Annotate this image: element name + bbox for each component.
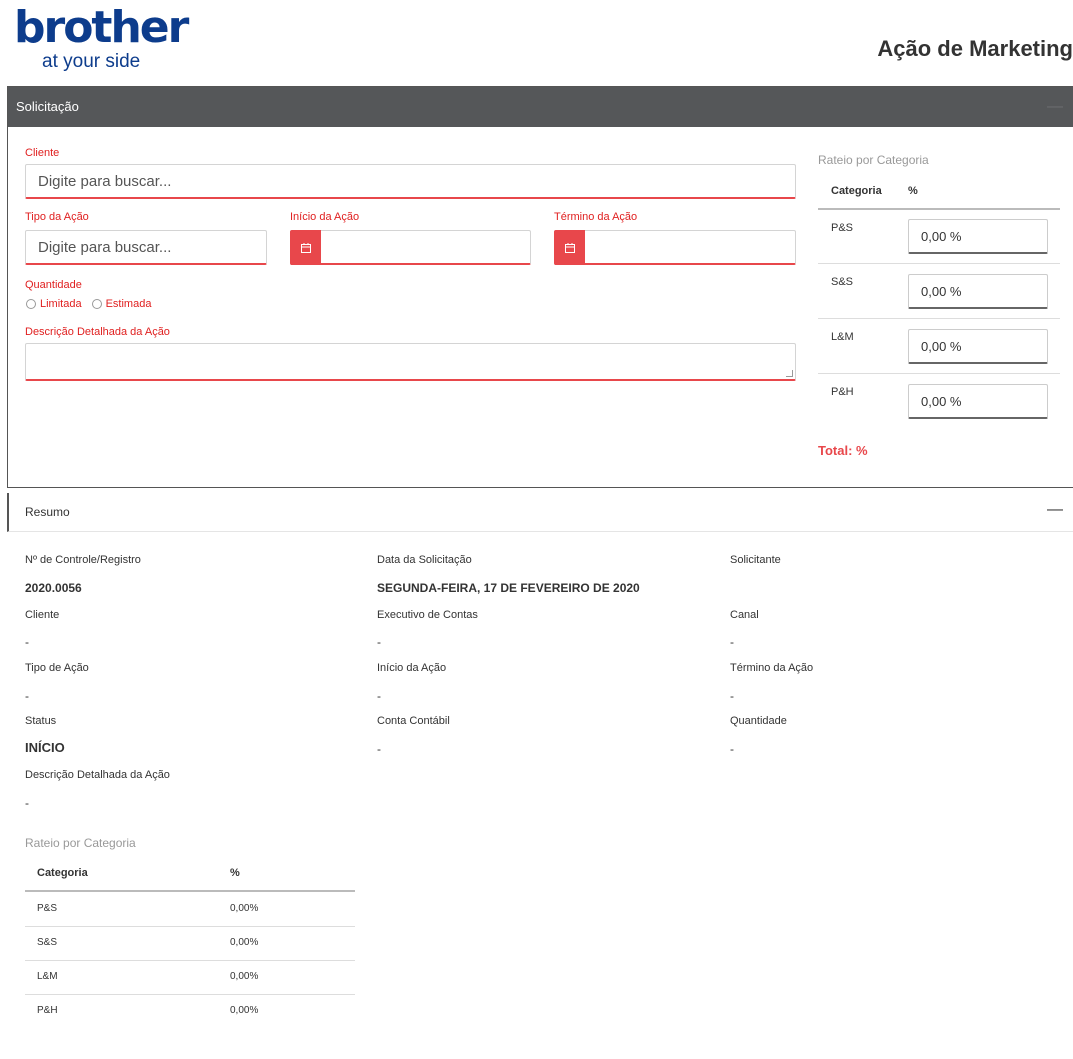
rateio-total: Total: % bbox=[818, 443, 868, 458]
resumo-status-label: Status bbox=[25, 715, 57, 727]
logo-wordmark: brother bbox=[14, 2, 189, 53]
resumo-rateio-col-categoria: Categoria bbox=[37, 867, 88, 879]
rateio-header-divider bbox=[818, 208, 1060, 210]
quantidade-options: Limitada Estimada bbox=[26, 298, 151, 310]
resumo-rateio-title: Rateio por Categoria bbox=[25, 836, 136, 850]
minus-icon[interactable]: — bbox=[1047, 501, 1063, 519]
cliente-label: Cliente bbox=[25, 147, 60, 159]
table-cell-pct: 0,00% bbox=[230, 1005, 259, 1016]
termino-acao-label: Término da Ação bbox=[554, 211, 638, 223]
termino-acao-input[interactable] bbox=[554, 230, 796, 265]
cliente-input[interactable]: Digite para buscar... bbox=[25, 164, 796, 199]
inicio-acao-input[interactable] bbox=[290, 230, 531, 265]
rateio-title: Rateio por Categoria bbox=[818, 153, 929, 167]
calendar-icon[interactable] bbox=[554, 230, 585, 265]
resumo-rateio-col-pct: % bbox=[230, 867, 240, 879]
rateio-cat-ph: P&H bbox=[831, 386, 854, 398]
table-cell-pct: 0,00% bbox=[230, 903, 259, 914]
rateio-row-divider bbox=[818, 263, 1060, 264]
logo-tagline: at your side bbox=[42, 51, 141, 72]
rateio-row-divider bbox=[818, 373, 1060, 374]
brother-logo: brother at your side bbox=[14, 4, 189, 76]
resumo-rateio-header-divider bbox=[25, 890, 355, 892]
table-cell-categoria: P&S bbox=[37, 903, 58, 914]
page-title: Ação de Marketing bbox=[877, 36, 1073, 61]
table-cell-pct: 0,00% bbox=[230, 971, 259, 982]
tipo-acao-label: Tipo da Ação bbox=[25, 211, 89, 223]
resumo-descricao-value: - bbox=[25, 796, 29, 810]
rateio-input-ss[interactable]: 0,00 % bbox=[908, 274, 1048, 309]
rateio-col-categoria: Categoria bbox=[831, 185, 882, 197]
resumo-cliente-value: - bbox=[25, 635, 29, 649]
table-row-divider bbox=[25, 960, 355, 961]
quantidade-label: Quantidade bbox=[25, 279, 82, 291]
table-cell-categoria: S&S bbox=[37, 937, 58, 948]
resumo-conta-label: Conta Contábil bbox=[377, 715, 450, 727]
rateio-cat-lm: L&M bbox=[831, 331, 854, 343]
resumo-status-value: INÍCIO bbox=[25, 740, 65, 755]
rateio-row-divider bbox=[818, 318, 1060, 319]
resumo-header[interactable]: Resumo — bbox=[7, 493, 1073, 532]
rateio-input-ph[interactable]: 0,00 % bbox=[908, 384, 1048, 419]
minus-icon[interactable]: — bbox=[1047, 87, 1063, 127]
resumo-termino-label: Término da Ação bbox=[730, 662, 814, 674]
solicitacao-title: Solicitação bbox=[16, 99, 79, 114]
resumo-data-label: Data da Solicitação bbox=[377, 554, 472, 566]
resumo-cliente-label: Cliente bbox=[25, 609, 60, 621]
resumo-controle-label: Nº de Controle/Registro bbox=[25, 554, 141, 566]
resumo-inicio-label: Início da Ação bbox=[377, 662, 447, 674]
descricao-label: Descrição Detalhada da Ação bbox=[25, 326, 170, 338]
resumo-executivo-value: - bbox=[377, 635, 381, 649]
resumo-canal-label: Canal bbox=[730, 609, 759, 621]
table-cell-categoria: P&H bbox=[37, 1005, 58, 1016]
rateio-col-pct: % bbox=[908, 185, 918, 197]
resumo-controle-value: 2020.0056 bbox=[25, 581, 82, 595]
descricao-textarea[interactable] bbox=[25, 343, 796, 381]
resize-handle-icon[interactable] bbox=[786, 370, 793, 377]
resumo-quantidade-label: Quantidade bbox=[730, 715, 787, 727]
solicitacao-header[interactable]: Solicitação — bbox=[8, 87, 1073, 127]
resumo-tipo-label: Tipo de Ação bbox=[25, 662, 89, 674]
resumo-quantidade-value: - bbox=[730, 742, 734, 756]
rateio-input-ps[interactable]: 0,00 % bbox=[908, 219, 1048, 254]
resumo-tipo-value: - bbox=[25, 689, 29, 703]
resumo-inicio-value: - bbox=[377, 689, 381, 703]
rateio-cat-ss: S&S bbox=[831, 276, 854, 288]
resumo-canal-value: - bbox=[730, 635, 734, 649]
resumo-termino-value: - bbox=[730, 689, 734, 703]
rateio-input-lm[interactable]: 0,00 % bbox=[908, 329, 1048, 364]
radio-limitada[interactable] bbox=[26, 299, 36, 309]
resumo-solicitante-label: Solicitante bbox=[730, 554, 781, 566]
tipo-acao-input[interactable]: Digite para buscar... bbox=[25, 230, 267, 265]
resumo-descricao-label: Descrição Detalhada da Ação bbox=[25, 769, 170, 781]
radio-limitada-label[interactable]: Limitada bbox=[40, 298, 82, 310]
radio-estimada[interactable] bbox=[91, 299, 102, 309]
rateio-cat-ps: P&S bbox=[831, 222, 854, 234]
inicio-acao-label: Início da Ação bbox=[290, 211, 360, 223]
table-row-divider bbox=[25, 926, 355, 927]
resumo-data-value: SEGUNDA-FEIRA, 17 DE FEVEREIRO DE 2020 bbox=[377, 581, 640, 595]
calendar-icon[interactable] bbox=[290, 230, 321, 265]
table-cell-pct: 0,00% bbox=[230, 937, 259, 948]
table-cell-categoria: L&M bbox=[37, 971, 58, 982]
resumo-conta-value: - bbox=[377, 742, 381, 756]
table-row-divider bbox=[25, 994, 355, 995]
radio-estimada-label[interactable]: Estimada bbox=[106, 298, 152, 310]
resumo-title: Resumo bbox=[25, 505, 70, 519]
resumo-executivo-label: Executivo de Contas bbox=[377, 609, 478, 621]
